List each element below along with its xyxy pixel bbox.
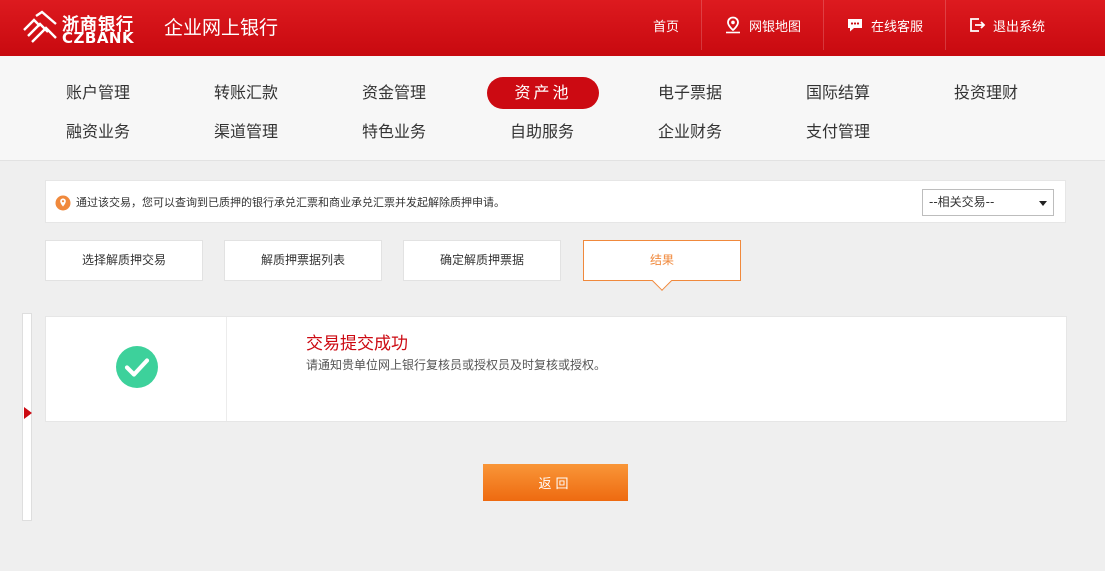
result-panel: 交易提交成功 请通知贵单位网上银行复核员或授权员及时复核或授权。: [45, 316, 1067, 422]
result-message: 请通知贵单位网上银行复核员或授权员及时复核或授权。: [306, 358, 607, 372]
result-title: 交易提交成功: [306, 334, 408, 354]
czbank-logo-icon: [23, 10, 57, 43]
nav-logout-label: 退出系统: [992, 19, 1045, 35]
nav-online-service-label: 在线客服: [870, 19, 923, 35]
notice-bar: 通过该交易，您可以查询到已质押的银行承兑汇票和商业承兑汇票并发起解除质押申请。 …: [45, 180, 1066, 223]
czbank-logo[interactable]: 浙商银行 CZBANK: [22, 8, 142, 48]
step-bill-list: 解质押票据列表: [224, 240, 382, 281]
nav-home[interactable]: 首页: [631, 0, 701, 50]
menu-electronic-bills[interactable]: 电子票据: [634, 77, 746, 109]
related-transactions-value: --相关交易--: [929, 195, 995, 209]
step-result: 结果: [583, 240, 741, 291]
menu-account-management[interactable]: 账户管理: [42, 77, 154, 109]
menu-fund-management[interactable]: 资金管理: [338, 77, 450, 109]
success-check-icon: [116, 346, 158, 388]
nav-logout[interactable]: 退出系统: [944, 0, 1067, 50]
top-header: 浙商银行 CZBANK 企业网上银行 首页 网银地图 在线客服 退出系统: [0, 0, 1105, 56]
logout-icon: [970, 18, 986, 32]
nav-home-label: 首页: [652, 19, 679, 35]
menu-channel-management[interactable]: 渠道管理: [190, 116, 302, 148]
step-label: 结果: [649, 253, 674, 267]
menu-self-service[interactable]: 自助服务: [486, 116, 598, 148]
step-label: 解质押票据列表: [260, 253, 345, 267]
nav-online-service[interactable]: 在线客服: [822, 0, 945, 50]
notice-text: 通过该交易，您可以查询到已质押的银行承兑汇票和商业承兑汇票并发起解除质押申请。: [76, 196, 505, 209]
info-pin-icon: [55, 195, 71, 211]
site-title: 企业网上银行: [164, 17, 279, 39]
menu-transfer[interactable]: 转账汇款: [190, 77, 302, 109]
map-pin-icon: [725, 16, 740, 34]
result-divider: [226, 317, 227, 421]
nav-bank-map[interactable]: 网银地图: [700, 0, 823, 50]
step-label: 确定解质押票据: [439, 253, 524, 267]
step-pointer: [652, 271, 672, 291]
step-select-transaction: 选择解质押交易: [45, 240, 203, 281]
menu-investment[interactable]: 投资理财: [930, 77, 1042, 109]
main-menu: 账户管理 转账汇款 资金管理 资产池 电子票据 国际结算 投资理财 融资业务 渠…: [0, 56, 1105, 161]
step-label: 选择解质押交易: [81, 253, 166, 267]
nav-bank-map-label: 网银地图: [748, 19, 801, 35]
related-transactions-select[interactable]: --相关交易--: [922, 189, 1054, 216]
back-button[interactable]: 返回: [483, 464, 628, 501]
expand-arrow-icon[interactable]: [24, 407, 32, 419]
menu-financing[interactable]: 融资业务: [42, 116, 154, 148]
top-nav: 首页 网银地图 在线客服 退出系统: [631, 0, 1067, 50]
menu-featured-business[interactable]: 特色业务: [338, 116, 450, 148]
step-confirm-bills: 确定解质押票据: [403, 240, 561, 281]
menu-payment-management[interactable]: 支付管理: [782, 116, 894, 148]
menu-asset-pool[interactable]: 资产池: [487, 77, 599, 109]
logo-english-text: CZBANK: [62, 29, 135, 47]
chat-icon: [847, 19, 862, 32]
menu-enterprise-finance[interactable]: 企业财务: [634, 116, 746, 148]
dropdown-arrow-icon: [1039, 201, 1047, 206]
menu-international-settlement[interactable]: 国际结算: [782, 77, 894, 109]
